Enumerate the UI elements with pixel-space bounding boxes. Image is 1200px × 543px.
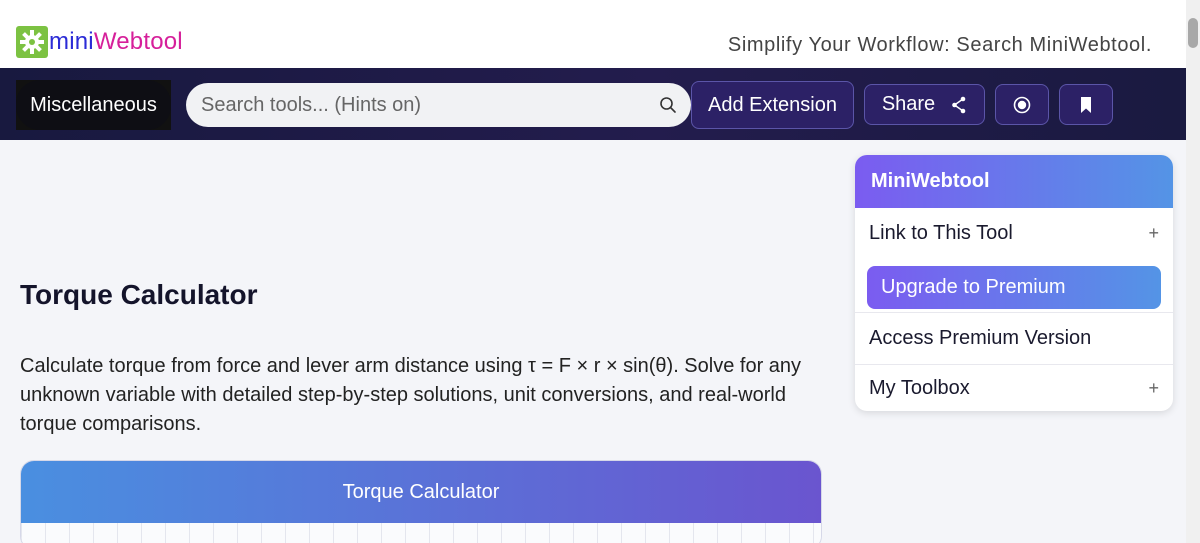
calculator-grid-background	[21, 523, 821, 543]
page-title: Torque Calculator	[20, 279, 258, 310]
category-button[interactable]: Miscellaneous	[16, 80, 171, 130]
sidebar-title: MiniWebtool	[855, 155, 1173, 208]
add-extension-button[interactable]: Add Extension	[691, 81, 854, 129]
search-box[interactable]	[186, 83, 691, 127]
record-button[interactable]	[995, 84, 1049, 125]
logo-mini-text: mini	[49, 28, 94, 55]
search-icon[interactable]	[659, 96, 677, 114]
access-premium-link[interactable]: Access Premium Version	[855, 312, 1173, 364]
upgrade-premium-button[interactable]: Upgrade to Premium	[867, 266, 1161, 309]
link-to-tool-label: Link to This Tool	[869, 221, 1013, 244]
share-label: Share	[881, 93, 936, 115]
expand-plus-icon[interactable]: +	[1148, 223, 1159, 244]
sidebar-panel: MiniWebtool Link to This Tool + Upgrade …	[855, 155, 1173, 411]
logo-text: miniWebtool	[49, 28, 183, 56]
scrollbar-thumb[interactable]	[1188, 18, 1198, 48]
bookmark-button[interactable]	[1059, 84, 1113, 125]
my-toolbox-item[interactable]: My Toolbox +	[855, 364, 1173, 411]
site-logo[interactable]: miniWebtool	[16, 26, 183, 58]
search-input[interactable]	[201, 93, 641, 117]
gear-icon	[16, 26, 48, 58]
bookmark-icon	[1081, 96, 1091, 113]
page-scrollbar[interactable]	[1186, 0, 1200, 543]
link-to-tool-item[interactable]: Link to This Tool +	[855, 208, 1173, 258]
nav-bar: Miscellaneous Add Extension Share	[0, 68, 1186, 140]
record-icon	[1013, 96, 1031, 113]
logo-webtool-text: Webtool	[93, 28, 183, 55]
share-icon	[952, 96, 966, 113]
page-description: Calculate torque from force and lever ar…	[20, 355, 802, 435]
expand-plus-icon[interactable]: +	[1148, 378, 1159, 399]
my-toolbox-label: My Toolbox	[869, 376, 970, 399]
calculator-header: Torque Calculator	[21, 461, 821, 523]
site-header: miniWebtool Simplify Your Workflow: Sear…	[0, 0, 1186, 68]
share-button[interactable]: Share	[864, 84, 985, 125]
calculator-card: Torque Calculator	[20, 460, 822, 543]
site-tagline: Simplify Your Workflow: Search MiniWebto…	[727, 34, 1152, 56]
